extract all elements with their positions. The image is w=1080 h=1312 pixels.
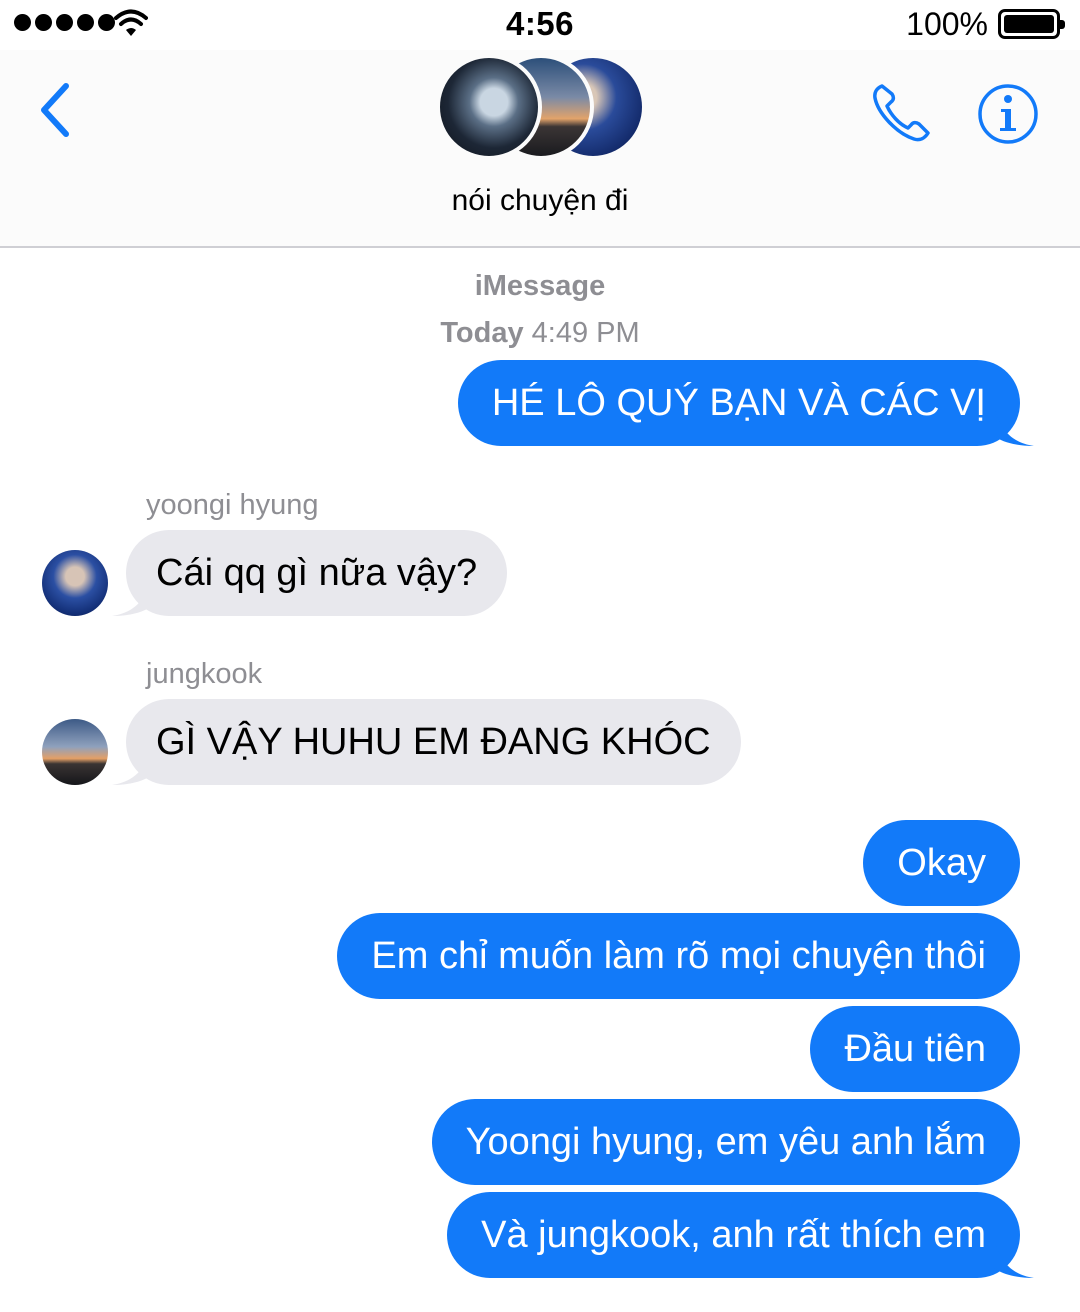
bubble-tail bbox=[994, 1238, 1034, 1278]
message-bubble-outgoing[interactable]: Đầu tiên bbox=[810, 1006, 1020, 1092]
group-name[interactable]: nói chuyện đi bbox=[0, 184, 1080, 218]
phone-icon bbox=[873, 84, 930, 142]
bubble-tail bbox=[112, 576, 152, 616]
info-icon bbox=[978, 84, 1038, 144]
message-bubble-incoming[interactable]: Cái qq gì nữa vậy? bbox=[126, 530, 508, 616]
sender-name: yoongi hyung bbox=[146, 489, 319, 521]
message-bubble-incoming[interactable]: GÌ VẬY HUHU EM ĐANG KHÓC bbox=[126, 699, 741, 785]
chevron-left-icon bbox=[41, 83, 69, 137]
status-bar: 4:56 100% bbox=[0, 0, 1080, 50]
avatar[interactable] bbox=[42, 550, 108, 616]
call-button[interactable] bbox=[868, 80, 940, 146]
group-avatars[interactable] bbox=[436, 54, 646, 160]
message-bubble-outgoing[interactable]: Và jungkook, anh rất thích em bbox=[447, 1192, 1020, 1278]
bubble-tail bbox=[994, 406, 1034, 446]
avatar[interactable] bbox=[42, 719, 108, 785]
back-button[interactable] bbox=[32, 80, 82, 140]
timestamp: Today 4:49 PM bbox=[0, 317, 1080, 350]
timestamp-time: 4:49 PM bbox=[531, 317, 640, 349]
info-button[interactable] bbox=[976, 82, 1040, 146]
message-bubble-outgoing[interactable]: HÉ LÔ QUÝ BẠN VÀ CÁC VỊ bbox=[457, 360, 1020, 446]
group-avatar-1 bbox=[436, 54, 542, 160]
service-label: iMessage bbox=[474, 270, 606, 302]
conversation-header: nói chuyện đi bbox=[0, 50, 1080, 248]
sender-name: jungkook bbox=[146, 658, 263, 690]
message-bubble-outgoing[interactable]: Okay bbox=[863, 820, 1020, 906]
message-bubble-outgoing[interactable]: Em chỉ muốn làm rõ mọi chuyện thôi bbox=[337, 913, 1020, 999]
battery-icon bbox=[998, 9, 1065, 39]
timestamp-day: Today bbox=[440, 317, 524, 349]
bubble-tail bbox=[112, 745, 152, 785]
battery-percent: 100% bbox=[906, 6, 988, 42]
message-bubble-outgoing[interactable]: Yoongi hyung, em yêu anh lắm bbox=[431, 1099, 1020, 1185]
